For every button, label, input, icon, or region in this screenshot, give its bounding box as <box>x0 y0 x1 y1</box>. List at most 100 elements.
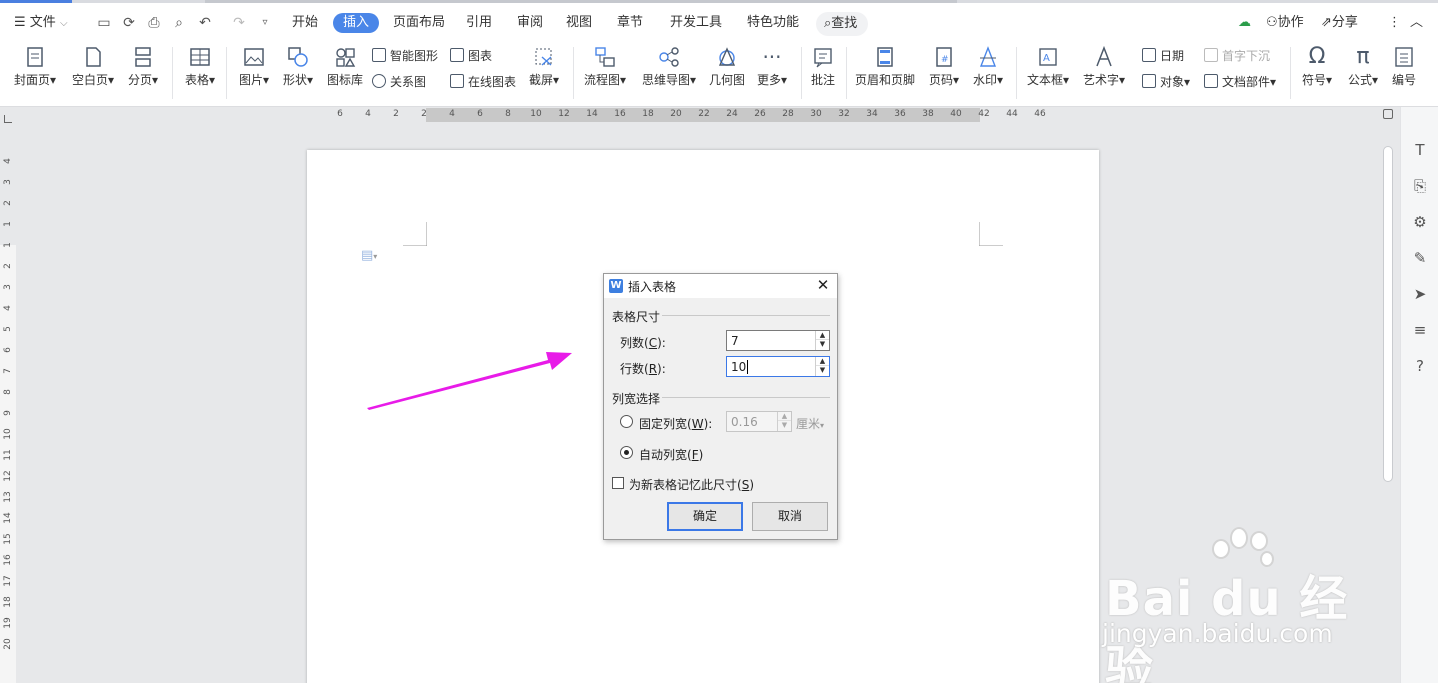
doc-check-icon[interactable]: ⎘ <box>1411 177 1429 195</box>
symbol-button[interactable]: Ω 符号▾ <box>1296 45 1338 88</box>
columns-label: 列数(C): <box>620 336 666 350</box>
blank-page-button[interactable]: 空白页▾ <box>68 45 118 88</box>
collapse-ribbon-icon[interactable]: ︿ <box>1410 12 1423 34</box>
customize-icon[interactable]: ▿ <box>256 14 274 32</box>
ok-button[interactable]: 确定 <box>667 502 743 531</box>
close-icon[interactable]: ✕ <box>814 276 832 294</box>
pen-icon[interactable]: ✎ <box>1411 249 1429 267</box>
cancel-button[interactable]: 取消 <box>752 502 828 531</box>
header-footer-button[interactable]: 页眉和页脚 <box>852 45 918 88</box>
ruler-tick: 9 <box>3 410 13 416</box>
page-number-button[interactable]: # 页码▾ <box>924 45 964 88</box>
text-style-icon[interactable]: T <box>1411 141 1429 159</box>
ruler-tick: 10 <box>3 428 13 440</box>
formula-button[interactable]: π 公式▾ <box>1342 45 1384 88</box>
ruler-tick: 18 <box>3 596 13 608</box>
collab-button[interactable]: ⚇协作 <box>1266 12 1304 34</box>
vertical-ruler[interactable]: 4 3 2 1 1 2 3 4 5 6 7 8 9 10 11 12 13 14 15 16 17 18 19 20 <box>0 120 16 683</box>
flowchart-label: 流程图 <box>583 73 620 87</box>
date-button[interactable]: 日期 <box>1142 47 1184 65</box>
margin-corner-top-right <box>979 222 1003 246</box>
scroll-thumb[interactable] <box>1383 146 1393 482</box>
hamburger-icon: ☰ <box>14 15 26 30</box>
tab-special[interactable]: 特色功能 <box>745 12 801 34</box>
dialog-titlebar[interactable]: W 插入表格 ✕ <box>604 274 837 298</box>
doc-settings-icon[interactable]: ⚙ <box>1411 213 1429 231</box>
split-view-icon[interactable] <box>1383 109 1393 119</box>
textbox-button[interactable]: A 文本框▾ <box>1024 45 1072 88</box>
fixed-width-radio[interactable] <box>620 415 633 428</box>
paragraph-layout-icon[interactable]: ▤▾ <box>361 248 377 263</box>
picture-button[interactable]: 图片▾ <box>234 45 274 88</box>
auto-width-radio[interactable] <box>620 446 633 459</box>
blank-page-icon <box>86 47 101 67</box>
columns-up-icon[interactable]: ▲ <box>816 331 829 340</box>
unit-select[interactable]: 厘米▾ <box>796 415 824 432</box>
tab-references[interactable]: 引用 <box>464 12 494 34</box>
tab-view[interactable]: 视图 <box>564 12 594 34</box>
columns-down-icon[interactable]: ▼ <box>816 340 829 349</box>
cursor-icon[interactable]: ➤ <box>1411 285 1429 303</box>
numbering-button[interactable]: 编号 <box>1388 45 1420 88</box>
remember-size-checkbox[interactable] <box>612 477 624 489</box>
tab-developer[interactable]: 开发工具 <box>668 12 724 34</box>
ruler-tick: 36 <box>894 109 906 119</box>
tab-review[interactable]: 审阅 <box>515 12 545 34</box>
shape-button[interactable]: 形状▾ <box>278 45 318 88</box>
format-painter-icon[interactable]: ⟳ <box>120 14 138 32</box>
cloud-sync-icon[interactable]: ☁ <box>1238 12 1251 34</box>
online-chart-button[interactable]: 在线图表 <box>450 73 516 91</box>
ruler-tick: 2 <box>393 109 399 119</box>
cover-page-button[interactable]: 封面页▾ <box>10 45 60 88</box>
doc-parts-button[interactable]: 文档部件▾ <box>1204 73 1276 91</box>
chart-button[interactable]: 图表 <box>450 47 492 65</box>
tab-page-layout[interactable]: 页面布局 <box>391 12 447 34</box>
relation-chart-button[interactable]: 关系图 <box>372 73 426 91</box>
undo-icon[interactable]: ↶ <box>196 14 214 32</box>
save-icon[interactable]: ▭ <box>95 14 113 32</box>
flowchart-button[interactable]: 流程图▾ <box>580 45 630 88</box>
tab-insert[interactable]: 插入 <box>333 13 380 33</box>
columns-stepper[interactable]: 7 ▲ ▼ <box>726 330 830 351</box>
help-icon[interactable]: ? <box>1411 357 1429 375</box>
drop-cap-button[interactable]: 首字下沉 <box>1204 47 1270 65</box>
rows-stepper[interactable]: 10 ▲ ▼ <box>726 356 830 377</box>
vertical-scrollbar[interactable] <box>1381 120 1395 683</box>
art-text-button[interactable]: 艺术字▾ <box>1080 45 1128 88</box>
fixed-width-stepper[interactable]: 0.16 ▲ ▼ <box>726 411 792 432</box>
sliders-icon[interactable]: ≡ <box>1411 321 1429 339</box>
watermark-button[interactable]: 水印▾ <box>968 45 1008 88</box>
page-break-button[interactable]: 分页▾ <box>123 45 163 88</box>
more-vertical-icon[interactable]: ⋮ <box>1388 12 1401 34</box>
icon-library-button[interactable]: 图标库 <box>325 45 365 88</box>
tab-chapter[interactable]: 章节 <box>615 12 645 34</box>
screenshot-button[interactable]: 截屏▾ <box>524 45 564 88</box>
mindmap-button[interactable]: 思维导图▾ <box>638 45 700 88</box>
ruler-tick: 1 <box>3 221 13 227</box>
chevron-down-icon: ⌵ <box>59 18 68 29</box>
object-button[interactable]: 对象▾ <box>1142 73 1190 91</box>
horizontal-ruler[interactable]: 6 4 2 2 4 6 8 10 12 14 16 18 20 22 24 26 28 30 32 34 36 38 40 4… <box>330 108 1090 122</box>
tab-start[interactable]: 开始 <box>290 12 320 34</box>
rows-down-icon[interactable]: ▼ <box>816 366 829 375</box>
smartart-button[interactable]: 智能图形 <box>372 47 438 65</box>
smartart-label: 智能图形 <box>390 49 439 63</box>
ruler-tick: 15 <box>3 533 13 545</box>
more-button[interactable]: ··· 更多▾ <box>752 45 792 88</box>
share-button[interactable]: ⇗分享 <box>1321 12 1358 34</box>
rows-value: 10 <box>731 360 749 374</box>
fixed-down-icon[interactable]: ▼ <box>778 421 791 430</box>
print-preview-icon[interactable]: ⌕ <box>170 14 188 32</box>
rows-up-icon[interactable]: ▲ <box>816 357 829 366</box>
file-menu[interactable]: ☰ 文件 ⌵ <box>14 12 68 34</box>
geometry-button[interactable]: 几何图 <box>706 45 748 88</box>
search-box[interactable]: ⌕查找 <box>816 12 868 36</box>
menu-bar: ☰ 文件 ⌵ ▭ ⟳ ⎙ ⌕ ↶ ↷ ▿ 开始 插入 页面布局 引用 审阅 视图… <box>0 3 1438 41</box>
comment-button[interactable]: 批注 <box>806 45 840 88</box>
page-break-label: 分页 <box>127 73 152 87</box>
tab-stop-selector[interactable] <box>4 115 12 123</box>
print-icon[interactable]: ⎙ <box>145 14 163 32</box>
table-button[interactable]: 表格▾ <box>180 45 220 88</box>
redo-icon[interactable]: ↷ <box>230 14 248 32</box>
fixed-up-icon[interactable]: ▲ <box>778 412 791 421</box>
